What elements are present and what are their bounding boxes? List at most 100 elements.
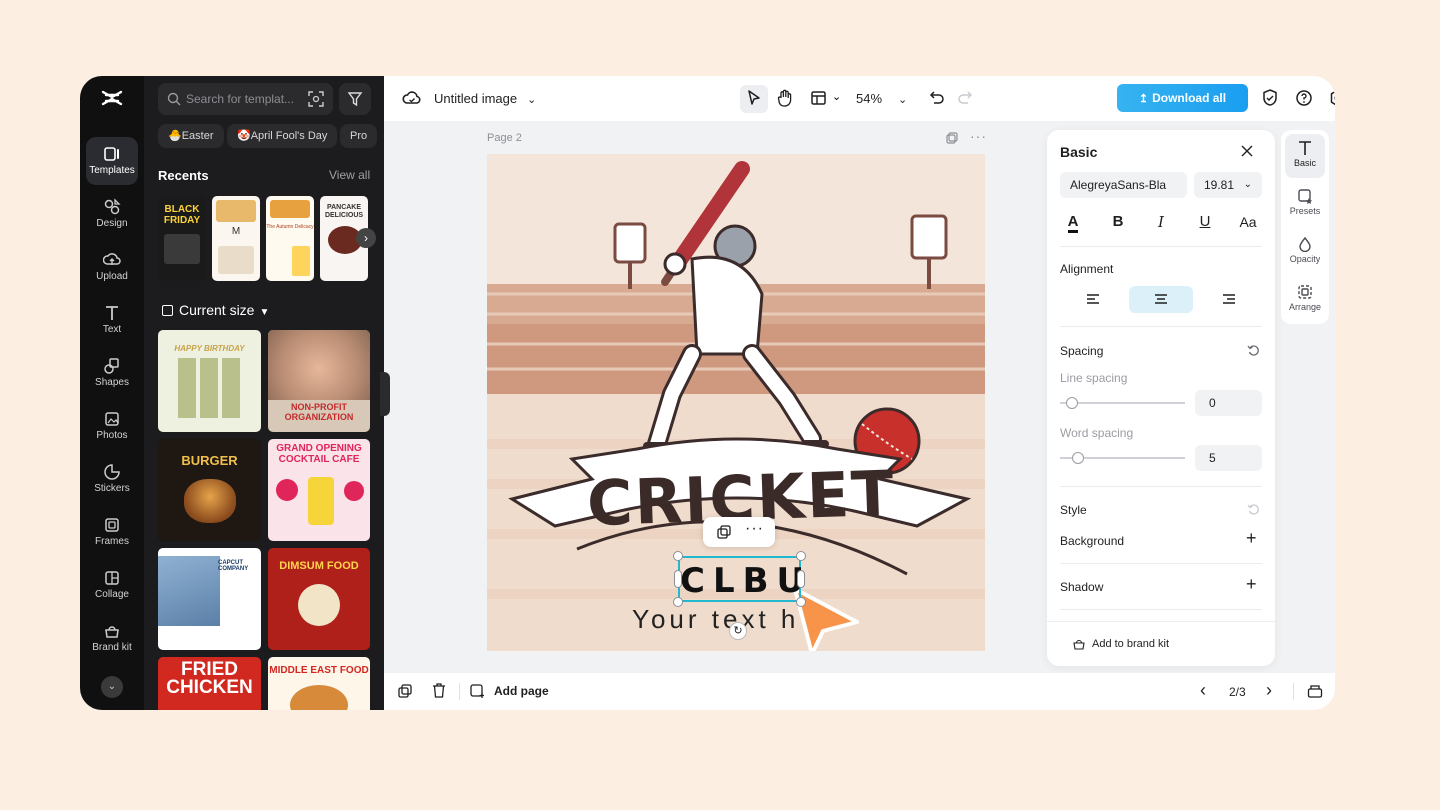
duplicate-icon[interactable] — [717, 525, 731, 539]
divider — [1060, 486, 1262, 487]
template-thumb[interactable]: GRAND OPENING COCKTAIL CAFE — [268, 439, 370, 541]
shield-icon[interactable] — [1260, 88, 1280, 108]
rail-more-button[interactable]: ⌄ — [101, 676, 123, 698]
duplicate-page-icon[interactable] — [946, 132, 958, 144]
redo-icon[interactable] — [956, 88, 976, 108]
next-page-icon[interactable]: › — [1266, 680, 1272, 701]
font-size-select[interactable]: 19.81 ⌄ — [1194, 172, 1262, 198]
rail-item-frames[interactable]: Frames — [86, 508, 138, 556]
layout-icon[interactable] — [809, 88, 829, 108]
italic-button[interactable]: I — [1149, 210, 1173, 234]
template-search-input[interactable]: Search for templat... — [158, 83, 333, 115]
basic-text-icon — [1299, 141, 1311, 155]
resize-handle[interactable] — [796, 551, 806, 561]
duplicate-page-icon[interactable] — [398, 684, 412, 698]
design-canvas[interactable]: CRICKET ··· CLBU Your text h ↻ — [487, 154, 985, 651]
tab-opacity[interactable]: Opacity — [1285, 230, 1325, 274]
align-right-button[interactable] — [1197, 286, 1261, 313]
template-thumb[interactable]: DIMSUM FOOD — [268, 548, 370, 650]
filter-button[interactable] — [339, 83, 371, 115]
selected-text[interactable]: CLBU — [680, 561, 804, 601]
template-thumb[interactable]: FRIED CHICKEN — [158, 657, 261, 710]
rail-item-upload[interactable]: Upload — [86, 243, 138, 291]
add-shadow-icon[interactable]: + — [1246, 574, 1257, 595]
word-spacing-input[interactable]: 5 — [1195, 445, 1262, 471]
tab-presets[interactable]: Presets — [1285, 182, 1325, 226]
tab-arrange[interactable]: Arrange — [1285, 278, 1325, 322]
font-family-value: AlegreyaSans-Bla — [1070, 178, 1167, 192]
zoom-dropdown[interactable]: 54% ⌄ — [856, 91, 907, 106]
view-all-link[interactable]: View all — [329, 168, 370, 182]
resize-handle[interactable] — [673, 551, 683, 561]
current-size-dropdown[interactable]: Current size ▼ — [162, 302, 269, 318]
rail-item-design[interactable]: Design — [86, 190, 138, 238]
carousel-next-button[interactable]: › — [356, 228, 376, 248]
line-spacing-input[interactable]: 0 — [1195, 390, 1262, 416]
current-size-label: Current size — [179, 302, 255, 318]
delete-trash-icon[interactable] — [432, 683, 446, 698]
cloud-icon[interactable] — [402, 88, 422, 108]
reset-spacing-icon[interactable] — [1247, 344, 1260, 357]
add-background-icon[interactable]: + — [1246, 528, 1257, 549]
document-title[interactable]: Untitled image ⌄ — [434, 91, 536, 106]
text-case-button[interactable]: Aa — [1236, 210, 1260, 234]
chevron-right-icon: › — [364, 231, 368, 245]
page-more-icon[interactable]: ··· — [970, 128, 987, 144]
underline-button[interactable]: U — [1193, 210, 1217, 234]
bold-button[interactable]: B — [1106, 210, 1130, 234]
chip-easter[interactable]: 🐣Easter — [158, 124, 224, 148]
template-thumb[interactable]: BURGER — [158, 439, 261, 541]
tab-basic[interactable]: Basic — [1285, 134, 1325, 178]
template-thumb[interactable]: MIDDLE EAST FOOD — [268, 657, 370, 710]
recent-thumb[interactable]: M — [212, 196, 260, 281]
download-all-button[interactable]: ↥ Download all — [1117, 84, 1248, 112]
settings-gear-icon[interactable] — [1328, 88, 1335, 108]
add-to-brand-kit-button[interactable]: Add to brand kit — [1092, 638, 1169, 650]
rail-item-collage[interactable]: Collage — [86, 561, 138, 609]
line-spacing-value: 0 — [1209, 396, 1216, 410]
template-thumb[interactable]: NON-PROFIT ORGANIZATION — [268, 330, 370, 432]
add-page-button[interactable]: Add page — [494, 684, 549, 698]
body-text[interactable]: Your text h — [632, 604, 799, 635]
chip-april-fools[interactable]: 🤡April Fool's Day — [227, 124, 338, 148]
side-handle[interactable] — [797, 570, 805, 588]
reset-style-icon[interactable] — [1247, 503, 1260, 516]
line-spacing-knob[interactable] — [1066, 397, 1078, 409]
selected-text-box[interactable]: CLBU — [678, 556, 804, 602]
rail-item-shapes[interactable]: Shapes — [86, 349, 138, 397]
close-icon[interactable] — [1240, 144, 1254, 158]
rail-item-text[interactable]: Text — [86, 296, 138, 344]
rail-item-templates[interactable]: Templates — [86, 137, 138, 185]
font-family-select[interactable]: AlegreyaSans-Bla — [1060, 172, 1187, 198]
undo-icon[interactable] — [926, 88, 946, 108]
text-case-icon: Aa — [1239, 214, 1257, 230]
pages-overview-icon[interactable] — [1307, 683, 1323, 699]
image-search-icon[interactable] — [308, 91, 324, 107]
help-icon[interactable] — [1294, 88, 1314, 108]
rail-item-stickers[interactable]: Stickers — [86, 455, 138, 503]
word-spacing-knob[interactable] — [1072, 452, 1084, 464]
resize-icon — [162, 305, 173, 316]
rotate-handle[interactable]: ↻ — [729, 622, 747, 640]
divider — [459, 683, 460, 700]
previous-page-icon[interactable]: ‹ — [1200, 680, 1206, 701]
more-options-icon[interactable]: ··· — [745, 520, 764, 538]
rail-item-photos[interactable]: Photos — [86, 402, 138, 450]
filter-icon — [347, 92, 363, 107]
template-thumb[interactable]: HAPPY BIRTHDAY — [158, 330, 261, 432]
side-handle[interactable] — [674, 570, 682, 588]
recent-thumb[interactable]: The Autumn Delicacy — [266, 196, 314, 281]
align-center-button[interactable] — [1129, 286, 1193, 313]
rail-label: Shapes — [95, 377, 129, 388]
template-thumb[interactable]: CAPCUT COMPANY — [158, 548, 261, 650]
line-spacing-slider[interactable] — [1060, 402, 1185, 404]
recent-thumb[interactable]: BLACK FRIDAY — [158, 196, 206, 281]
hand-tool-icon[interactable] — [775, 88, 795, 108]
align-left-button[interactable] — [1061, 286, 1125, 313]
rail-item-brand-kit[interactable]: Brand kit — [86, 614, 138, 672]
word-spacing-value: 5 — [1209, 451, 1216, 465]
panel-collapse-handle[interactable] — [380, 372, 390, 416]
rail-label: Collage — [95, 589, 129, 600]
chip-more[interactable]: Pro — [340, 124, 378, 148]
text-color-button[interactable]: A — [1061, 210, 1085, 234]
